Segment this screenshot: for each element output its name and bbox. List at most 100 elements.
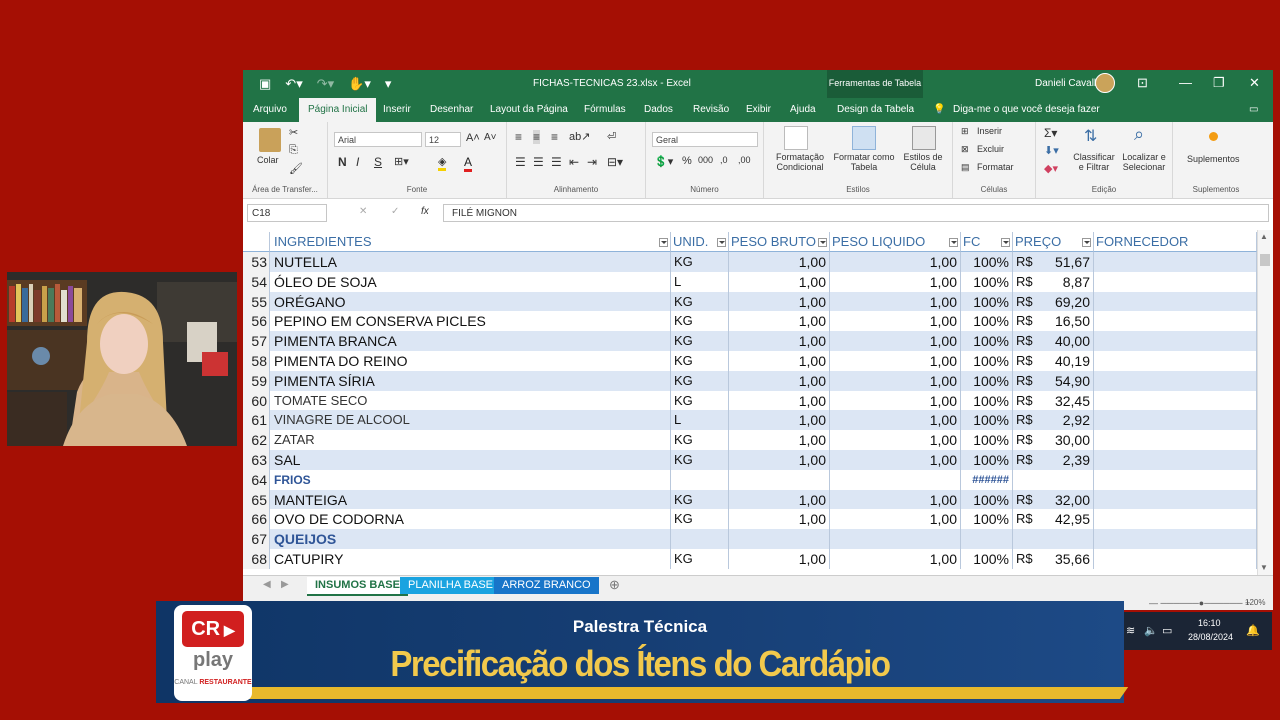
cell-unit[interactable]: KG [671,549,729,569]
tab-exibir[interactable]: Exibir [746,104,771,115]
tab-revisao[interactable]: Revisão [693,104,729,115]
scroll-up-icon[interactable]: ▲ [1260,232,1268,241]
cell-peso-bruto[interactable]: 1,00 [729,351,830,371]
cell-currency[interactable]: R$ [1013,549,1038,569]
cell-fc[interactable]: 100% [961,450,1013,470]
cell-fornecedor[interactable] [1094,410,1257,431]
paste-icon[interactable] [259,128,281,152]
cell-fc[interactable]: 100% [961,390,1013,411]
cell-fornecedor[interactable] [1094,271,1257,292]
increase-indent-icon[interactable]: ⇥ [587,155,597,169]
cell-unit[interactable]: KG [671,509,729,530]
cell-ingredient[interactable]: ORÉGANO [270,291,671,312]
comments-icon[interactable]: ▭ [1249,104,1258,115]
cell-styles-button[interactable]: Estilos de Célula [898,152,948,172]
cell-peso-liquido[interactable]: 1,00 [830,291,961,312]
cell-price[interactable]: 35,66 [1038,549,1094,569]
name-box[interactable]: C18 [247,204,327,222]
cell-peso-bruto[interactable]: 1,00 [729,390,830,411]
cell-currency[interactable]: R$ [1013,331,1038,352]
cell-peso-liquido[interactable]: 1,00 [830,450,961,470]
italic-button[interactable]: I [356,155,359,169]
header-preco[interactable]: PREÇO [1013,232,1094,252]
touch-mode-icon[interactable]: ✋▾ [348,76,371,92]
row-number[interactable]: 63 [243,450,270,470]
next-sheet-icon[interactable]: ▶ [281,579,289,590]
zoom-slider[interactable]: — ──────●────── + [1149,598,1250,608]
cell-price[interactable]: 30,00 [1038,430,1094,451]
cell-unit[interactable]: KG [671,450,729,470]
cell-fc[interactable] [961,529,1013,550]
cell-ingredient[interactable]: SAL [270,450,671,470]
cell-peso-liquido[interactable]: 1,00 [830,252,961,272]
clock-date[interactable]: 28/08/2024 [1188,632,1233,642]
cell-peso-bruto[interactable]: 1,00 [729,549,830,569]
cell-unit[interactable]: KG [671,351,729,371]
header-unid[interactable]: UNID. [671,232,729,252]
cell-fornecedor[interactable] [1094,509,1257,530]
cell-price[interactable]: 40,19 [1038,351,1094,371]
row-number[interactable]: 61 [243,410,270,431]
decrease-decimal-icon[interactable]: ,00 [738,155,751,165]
sort-filter-icon[interactable]: ⇅ [1084,126,1097,146]
format-cells-icon[interactable]: ▤ [961,162,970,173]
row-number[interactable]: 68 [243,549,270,569]
row-number[interactable]: 58 [243,351,270,371]
cell-fornecedor[interactable] [1094,331,1257,352]
tab-arquivo[interactable]: Arquivo [253,104,287,115]
cell-fc[interactable]: 100% [961,252,1013,272]
delete-cells-icon[interactable]: ⊠ [961,144,969,155]
row-number[interactable]: 53 [243,252,270,272]
undo-icon[interactable]: ↶▾ [285,76,302,92]
fill-icon[interactable]: ⬇▾ [1044,144,1059,157]
bold-button[interactable]: N [338,155,347,169]
cell-fornecedor[interactable] [1094,430,1257,451]
cell-unit[interactable]: L [671,410,729,431]
wrap-text-icon[interactable]: ⏎ [607,130,616,143]
cell-peso-liquido[interactable]: 1,00 [830,509,961,530]
cell-ingredient[interactable]: TOMATE SECO [270,390,671,411]
row-number[interactable]: 54 [243,271,270,292]
align-top-icon[interactable]: ≡ [515,130,522,144]
cell-ingredient[interactable]: PEPINO EM CONSERVA PICLES [270,311,671,332]
align-bottom-icon[interactable]: ≡ [551,130,558,144]
cell-currency[interactable]: R$ [1013,252,1038,272]
filter-dropdown-icon[interactable] [818,238,827,247]
row-number[interactable]: 66 [243,509,270,530]
cell-ingredient[interactable]: MANTEIGA [270,489,671,510]
cell-fornecedor[interactable] [1094,469,1257,490]
cell-currency[interactable]: R$ [1013,450,1038,470]
cell-ingredient[interactable]: VINAGRE DE ALCOOL [270,410,671,431]
cell-currency[interactable] [1013,529,1038,550]
cell-ingredient[interactable]: CATUPIRY [270,549,671,569]
align-center-icon[interactable]: ☰ [533,155,544,169]
cell-peso-bruto[interactable]: 1,00 [729,331,830,352]
row-number[interactable]: 67 [243,529,270,550]
zoom-level[interactable]: 120% [1245,598,1265,607]
cell-price[interactable] [1038,529,1094,550]
tab-inserir[interactable]: Inserir [383,104,411,115]
row-number[interactable]: 64 [243,469,270,490]
cell-fornecedor[interactable] [1094,450,1257,470]
user-name[interactable]: Danieli Cavalli [1035,78,1098,89]
redo-icon[interactable]: ↷▾ [317,76,334,92]
cell-price[interactable]: 51,67 [1038,252,1094,272]
filter-dropdown-icon[interactable] [659,238,668,247]
cell-currency[interactable]: R$ [1013,410,1038,431]
cell-peso-bruto[interactable]: 1,00 [729,509,830,530]
cell-fornecedor[interactable] [1094,351,1257,371]
cell-fc[interactable]: 100% [961,370,1013,391]
cell-price[interactable]: 16,50 [1038,311,1094,332]
cell-currency[interactable]: R$ [1013,291,1038,312]
cell-peso-liquido[interactable] [830,469,961,490]
header-fc[interactable]: FC [961,232,1013,252]
addins-button[interactable]: Suplementos [1187,154,1240,164]
volume-icon[interactable]: 🔈 [1144,624,1158,637]
cell-currency[interactable]: R$ [1013,430,1038,451]
cell-styles-icon[interactable] [912,126,936,150]
cell-unit[interactable]: KG [671,252,729,272]
cell-currency[interactable]: R$ [1013,370,1038,391]
cell-peso-liquido[interactable]: 1,00 [830,271,961,292]
cell-currency[interactable]: R$ [1013,351,1038,371]
close-icon[interactable]: ✕ [1249,75,1260,91]
